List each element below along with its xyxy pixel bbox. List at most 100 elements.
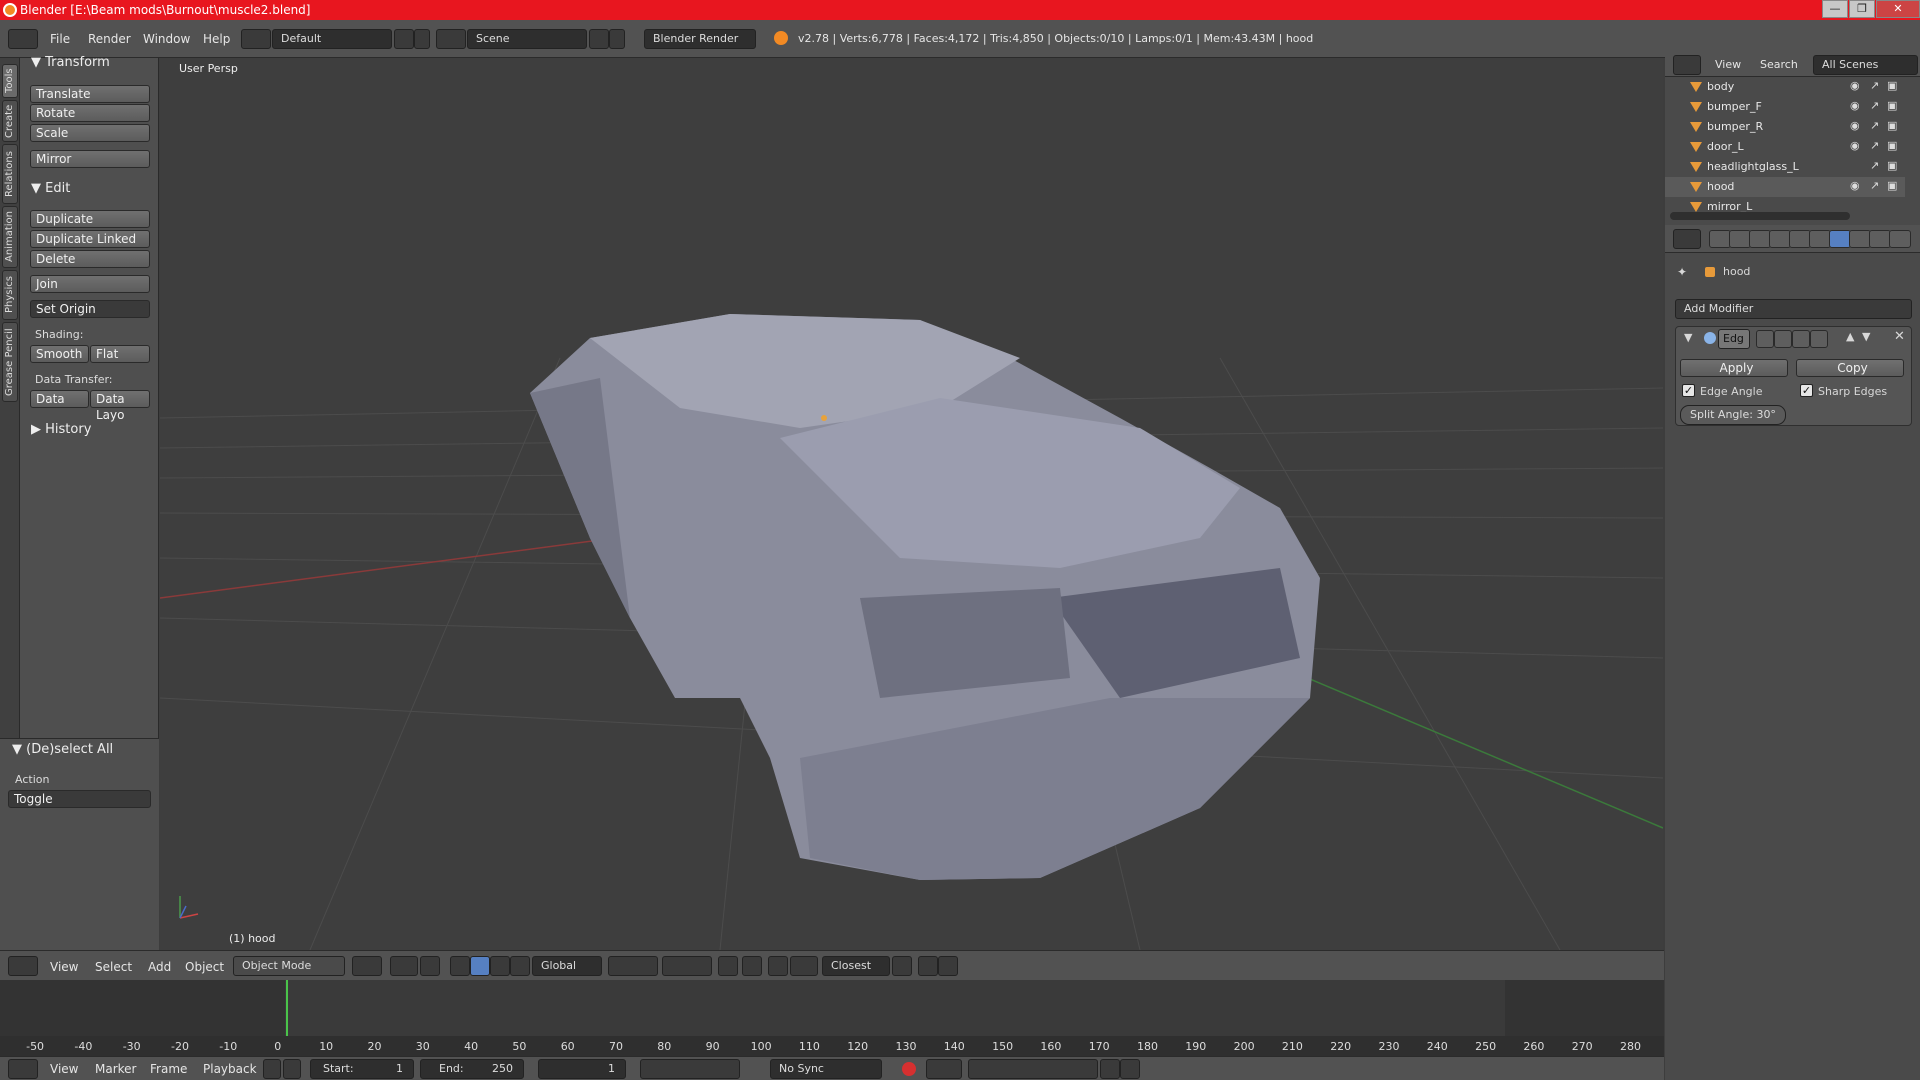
data-layout-button[interactable]: Data Layo: [90, 390, 150, 422]
action-dropdown[interactable]: Toggle: [8, 790, 151, 808]
data-tab-icon[interactable]: [1849, 230, 1871, 248]
tab-physics[interactable]: Physics: [2, 270, 18, 320]
snap-target-dropdown[interactable]: Closest: [822, 956, 890, 976]
edit-panel-header[interactable]: ▼ Edit: [31, 181, 70, 196]
menu-view[interactable]: View: [50, 960, 78, 974]
data-transfer-button[interactable]: Data: [30, 390, 89, 408]
pivot-point-icon[interactable]: [390, 956, 418, 976]
transform-orientation-dropdown[interactable]: Global: [532, 956, 602, 976]
scale-button[interactable]: Scale: [30, 124, 150, 142]
selectable-cursor-icon[interactable]: ↗: [1870, 80, 1882, 92]
render-layer-icon[interactable]: [718, 956, 738, 976]
object-tab-icon[interactable]: [1789, 230, 1811, 248]
layer-buttons-2[interactable]: [662, 956, 712, 976]
move-up-icon[interactable]: ▲: [1846, 330, 1854, 343]
outliner-item-body[interactable]: body ◉ ↗ ▣: [1665, 77, 1905, 97]
timeline-menu-frame[interactable]: Frame: [150, 1062, 187, 1076]
tab-relations[interactable]: Relations: [2, 144, 18, 204]
close-icon[interactable]: ✕: [1876, 0, 1920, 18]
join-button[interactable]: Join: [30, 275, 150, 293]
delete-button[interactable]: Delete: [30, 250, 150, 268]
operator-header[interactable]: ▼ (De)select All: [12, 742, 113, 757]
layer-buttons-1[interactable]: [608, 956, 658, 976]
timeline-editor[interactable]: [0, 980, 1664, 1056]
show-editmode-icon[interactable]: [1792, 330, 1810, 348]
car-model[interactable]: [530, 314, 1320, 880]
render-camera-icon[interactable]: ▣: [1887, 160, 1899, 172]
render-tab-icon[interactable]: [1709, 230, 1731, 248]
scale-manipulator-icon[interactable]: [510, 956, 530, 976]
outliner-item-door-l[interactable]: door_L ◉ ↗ ▣: [1665, 137, 1905, 157]
editor-type-properties-icon[interactable]: [1673, 229, 1701, 249]
limit-selection-icon[interactable]: [420, 956, 440, 976]
render-camera-icon[interactable]: ▣: [1887, 80, 1899, 92]
selectable-cursor-icon[interactable]: ↗: [1870, 160, 1882, 172]
translate-manipulator-icon[interactable]: [470, 956, 490, 976]
apply-button[interactable]: Apply: [1680, 359, 1788, 377]
scene-tab-icon[interactable]: [1749, 230, 1771, 248]
modifiers-tab-icon[interactable]: [1829, 230, 1851, 248]
show-render-icon[interactable]: [1756, 330, 1774, 348]
editor-type-info-icon[interactable]: [8, 29, 38, 49]
visibility-eye-icon[interactable]: ◉: [1850, 140, 1862, 152]
texture-tab-icon[interactable]: [1889, 230, 1911, 248]
set-origin-dropdown[interactable]: Set Origin: [30, 300, 150, 318]
tab-create[interactable]: Create: [2, 100, 18, 142]
split-angle-field[interactable]: Split Angle: 30°: [1680, 405, 1786, 425]
material-tab-icon[interactable]: [1869, 230, 1891, 248]
render-camera-icon[interactable]: ▣: [1887, 180, 1899, 192]
duplicate-linked-button[interactable]: Duplicate Linked: [30, 230, 150, 248]
visibility-eye-icon[interactable]: ◉: [1850, 80, 1862, 92]
editor-type-3d-icon[interactable]: [8, 956, 38, 976]
selectable-cursor-icon[interactable]: ↗: [1870, 140, 1882, 152]
selectable-cursor-icon[interactable]: ↗: [1870, 180, 1882, 192]
outliner-menu-search[interactable]: Search: [1760, 58, 1798, 71]
interaction-mode-dropdown[interactable]: Object Mode: [233, 956, 345, 976]
menu-object[interactable]: Object: [185, 960, 224, 974]
outliner-item-bumper-r[interactable]: bumper_R ◉ ↗ ▣: [1665, 117, 1905, 137]
remove-layout-icon[interactable]: [414, 29, 430, 49]
tab-grease-pencil[interactable]: Grease Pencil: [2, 322, 18, 402]
render-camera-icon[interactable]: ▣: [1887, 140, 1899, 152]
visibility-eye-icon[interactable]: ◉: [1850, 180, 1862, 192]
menu-render[interactable]: Render: [88, 32, 131, 46]
history-panel-header[interactable]: ▶ History: [31, 422, 91, 437]
sync-mode-dropdown[interactable]: No Sync: [770, 1059, 882, 1079]
outliner-item-hood[interactable]: hood ◉ ↗ ▣: [1665, 177, 1905, 197]
transform-panel-header[interactable]: ▼ Transform: [31, 55, 110, 70]
add-modifier-dropdown[interactable]: Add Modifier: [1675, 299, 1912, 319]
outliner-item-headlightglass-l[interactable]: headlightglass_L ↗ ▣: [1665, 157, 1905, 177]
minimize-icon[interactable]: —: [1822, 0, 1848, 18]
timeline-menu-view[interactable]: View: [50, 1062, 78, 1076]
snap-align-icon[interactable]: [892, 956, 912, 976]
scene-field[interactable]: Scene: [467, 29, 587, 49]
maximize-icon[interactable]: ❐: [1849, 0, 1875, 18]
add-layout-icon[interactable]: [394, 29, 414, 49]
visibility-eye-icon[interactable]: ◉: [1850, 120, 1862, 132]
show-viewport-icon[interactable]: [1774, 330, 1792, 348]
duplicate-button[interactable]: Duplicate: [30, 210, 150, 228]
current-frame-field[interactable]: 1: [538, 1059, 626, 1079]
menu-file[interactable]: File: [50, 32, 70, 46]
render-layers-tab-icon[interactable]: [1729, 230, 1751, 248]
render-camera-icon[interactable]: ▣: [1887, 100, 1899, 112]
show-cage-icon[interactable]: [1810, 330, 1828, 348]
outliner-menu-view[interactable]: View: [1715, 58, 1741, 71]
smooth-shading-button[interactable]: Smooth: [30, 345, 89, 363]
editor-type-timeline-icon[interactable]: [8, 1059, 38, 1079]
lock-range-icon[interactable]: [283, 1059, 301, 1079]
scene-icon[interactable]: [436, 29, 466, 49]
render-engine-dropdown[interactable]: Blender Render: [644, 29, 756, 49]
properties-editor[interactable]: ✦ hood Add Modifier ▼ Edg ▲ ▼ ✕ Apply Co…: [1665, 225, 1920, 1080]
menu-select[interactable]: Select: [95, 960, 132, 974]
selectable-cursor-icon[interactable]: ↗: [1870, 100, 1882, 112]
selectable-cursor-icon[interactable]: ↗: [1870, 120, 1882, 132]
playback-controls[interactable]: [640, 1059, 740, 1079]
timeline-menu-playback[interactable]: Playback: [203, 1062, 257, 1076]
outliner-scrollbar[interactable]: [1670, 212, 1850, 220]
add-scene-icon[interactable]: [589, 29, 609, 49]
active-keying-set-field[interactable]: [968, 1059, 1098, 1079]
sharp-edges-checkbox[interactable]: ✓: [1800, 384, 1813, 397]
mirror-button[interactable]: Mirror: [30, 150, 150, 168]
proportional-edit-icon[interactable]: [742, 956, 762, 976]
